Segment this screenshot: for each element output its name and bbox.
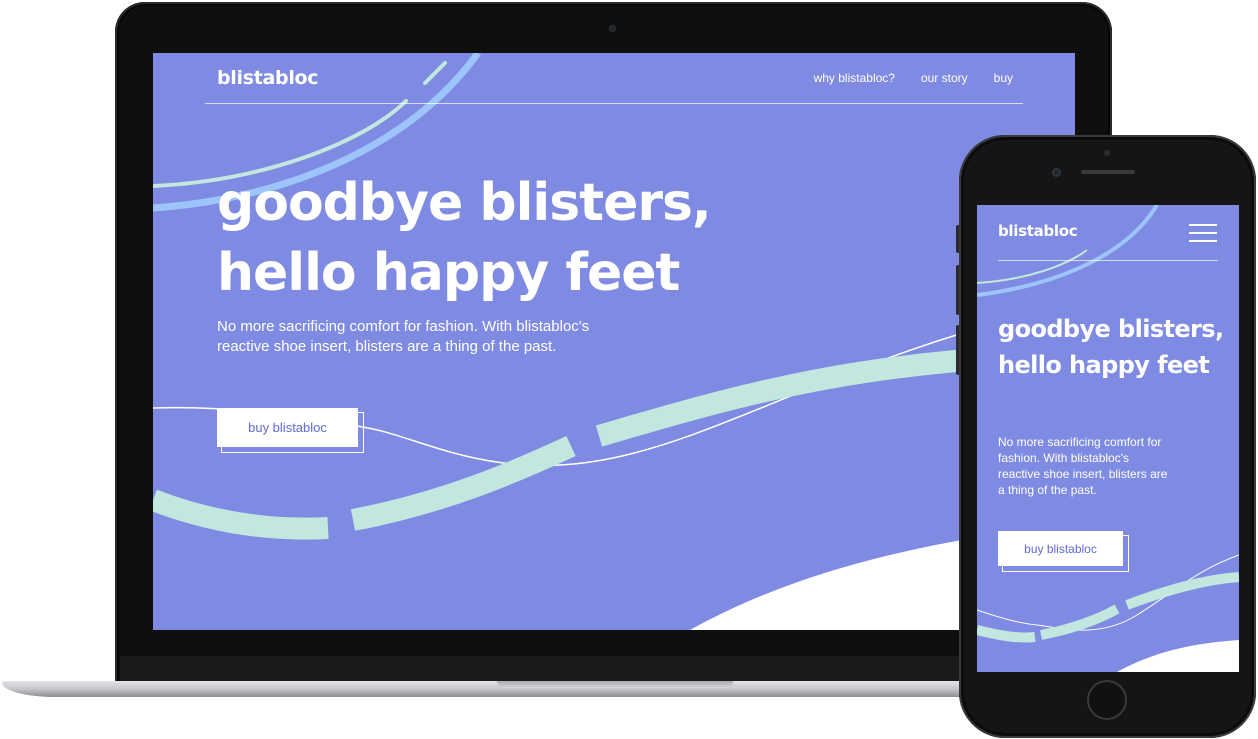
nav-link-our-story[interactable]: our story <box>921 71 968 85</box>
desktop-logo[interactable]: blistabloc <box>217 67 319 89</box>
headline-line-1: goodbye blisters, <box>217 173 712 233</box>
phone-front-camera <box>1052 168 1061 177</box>
desktop-nav: why blistabloc? our story buy <box>814 71 1013 85</box>
buy-blistabloc-button[interactable]: buy blistabloc <box>998 531 1123 566</box>
mobile-subtext: No more sacrificing comfort for fashion.… <box>998 435 1168 497</box>
mint-band-left <box>977 625 1036 643</box>
laptop-hinge-notch <box>497 681 733 688</box>
phone-sensor <box>1104 150 1110 156</box>
mobile-logo[interactable]: blistabloc <box>998 222 1078 240</box>
nav-link-why-blistabloc[interactable]: why blistabloc? <box>814 71 895 85</box>
mobile-screen: blistabloc goodbye blisters, hello happy… <box>977 205 1239 672</box>
mint-band-middle <box>1040 604 1120 640</box>
mint-arc <box>977 249 1088 284</box>
mint-arc-segment <box>423 61 447 85</box>
white-wave <box>1117 640 1239 672</box>
mint-band-right <box>1125 572 1239 610</box>
laptop-camera <box>609 25 616 32</box>
buy-blistabloc-button[interactable]: buy blistabloc <box>217 408 358 447</box>
headline-line-2: hello happy feet <box>217 243 680 303</box>
phone-speaker <box>1081 170 1135 174</box>
desktop-subtext: No more sacrificing comfort for fashion.… <box>217 318 590 355</box>
nav-link-buy[interactable]: buy <box>994 71 1013 85</box>
header-divider <box>205 103 1023 104</box>
hamburger-menu-icon[interactable] <box>1189 224 1217 242</box>
mint-band-left <box>153 489 329 540</box>
header-divider <box>998 260 1218 261</box>
desktop-headline: goodbye blisters, hello happy feet <box>217 168 712 308</box>
mobile-headline: goodbye blisters, hello happy feet <box>998 315 1224 379</box>
laptop-bezel-bottom <box>120 656 1105 682</box>
blue-arc <box>977 205 1159 297</box>
mint-band-middle <box>350 436 576 531</box>
desktop-screen: blistabloc why blistabloc? our story buy… <box>153 53 1075 630</box>
phone-home-button <box>1087 680 1127 720</box>
